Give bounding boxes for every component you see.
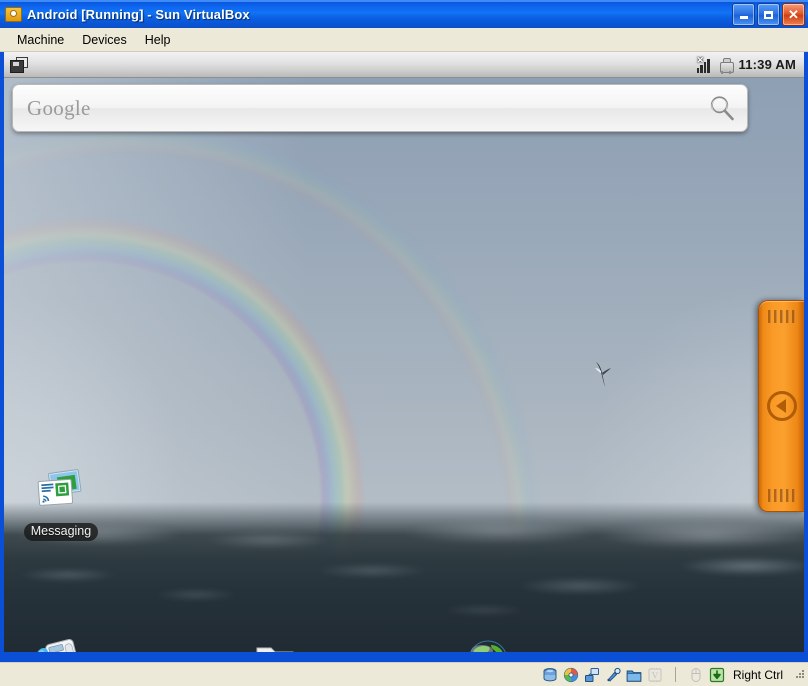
- menu-help[interactable]: Help: [136, 31, 180, 49]
- virtualbox-status-bar: V Right Ctrl: [0, 662, 808, 686]
- search-icon[interactable]: [707, 93, 737, 123]
- status-separator: [674, 667, 676, 682]
- usb-icon[interactable]: [605, 667, 621, 683]
- messaging-icon: [33, 464, 89, 520]
- status-bar-clock: 11:39 AM: [738, 57, 796, 72]
- drawer-grip-top: [768, 310, 795, 323]
- close-button[interactable]: ✕: [782, 3, 805, 26]
- app-label: Messaging: [23, 523, 99, 541]
- shared-folders-icon[interactable]: [626, 667, 642, 683]
- menubar: Machine Devices Help: [0, 28, 808, 52]
- app-drawer-handle[interactable]: [758, 300, 804, 512]
- guest-screen-container: ✕ 11:39 AM Google Messaging: [0, 52, 808, 662]
- drawer-grip-bottom: [768, 489, 795, 502]
- dialer-icon: [33, 632, 89, 652]
- virtualbox-window: Android [Running] - Sun VirtualBox ✕ Mac…: [0, 0, 808, 686]
- status-bar-notifications: [4, 56, 28, 73]
- android-home-screen[interactable]: Google Messaging: [4, 78, 804, 652]
- close-icon: ✕: [788, 7, 799, 22]
- wallpaper-bird: [595, 362, 611, 387]
- network-adapter-icon[interactable]: [584, 667, 600, 683]
- window-titlebar[interactable]: Android [Running] - Sun VirtualBox ✕: [0, 0, 808, 28]
- app-messaging[interactable]: Messaging: [19, 464, 103, 541]
- window-title: Android [Running] - Sun VirtualBox: [27, 6, 250, 22]
- menu-machine[interactable]: Machine: [8, 31, 73, 49]
- search-placeholder: Google: [27, 95, 91, 120]
- window-resize-grip[interactable]: [794, 668, 806, 682]
- google-search-widget[interactable]: Google: [12, 84, 748, 132]
- app-contacts[interactable]: Contacts: [233, 632, 317, 652]
- contacts-icon: [247, 632, 303, 652]
- screenshot-root: Android [Running] - Sun VirtualBox ✕ Mac…: [0, 0, 808, 686]
- search-input[interactable]: Google: [27, 85, 707, 131]
- mouse-integration-icon[interactable]: [688, 667, 704, 683]
- virtualbox-icon: [4, 5, 22, 23]
- host-key-label: Right Ctrl: [732, 667, 783, 682]
- signal-no-service-icon: ✕: [696, 55, 713, 73]
- minimize-icon: [739, 16, 748, 19]
- battery-charging-icon: [718, 57, 734, 74]
- status-device-icons: V Right Ctrl: [542, 667, 806, 683]
- screens-icon: [10, 56, 28, 73]
- menu-devices[interactable]: Devices: [73, 31, 135, 49]
- maximize-button[interactable]: [757, 3, 780, 26]
- window-controls: ✕: [732, 3, 805, 26]
- frame-edge-right: [804, 52, 808, 662]
- status-bar-system: ✕ 11:39 AM: [696, 55, 804, 74]
- wallpaper-rocks: [4, 502, 804, 652]
- android-status-bar[interactable]: ✕ 11:39 AM: [4, 52, 804, 78]
- hard-disk-icon[interactable]: [542, 667, 558, 683]
- browser-globe-icon: [460, 632, 516, 652]
- minimize-button[interactable]: [732, 3, 755, 26]
- maximize-icon: [764, 10, 773, 19]
- vrdp-icon[interactable]: V: [647, 667, 663, 683]
- app-dialer[interactable]: Dialer: [19, 632, 103, 652]
- frame-edge-left: [0, 52, 4, 662]
- android-guest-screen[interactable]: ✕ 11:39 AM Google Messaging: [4, 52, 804, 652]
- cd-dvd-icon[interactable]: [563, 667, 579, 683]
- chevron-left-circle-icon[interactable]: [766, 391, 797, 421]
- host-key-icon[interactable]: [709, 667, 725, 683]
- app-browser[interactable]: Browser: [446, 632, 530, 652]
- svg-text:V: V: [652, 670, 659, 680]
